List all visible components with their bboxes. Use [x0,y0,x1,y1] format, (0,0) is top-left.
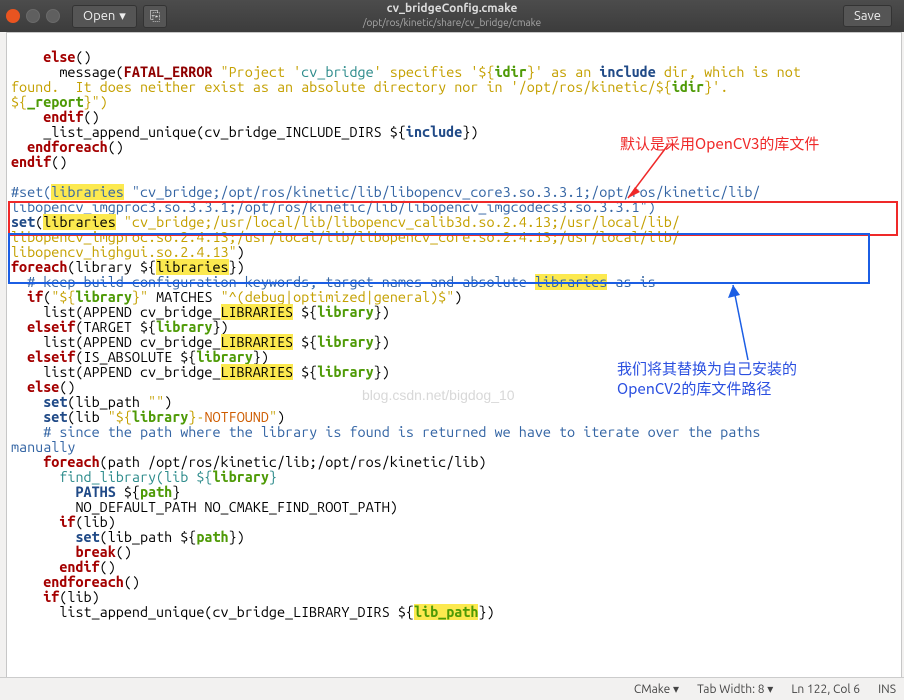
close-icon[interactable] [6,9,20,23]
file-title: cv_bridgeConfig.cmake [363,2,541,16]
title-center: cv_bridgeConfig.cmake /opt/ros/kinetic/s… [363,2,541,30]
open-button[interactable]: Open ▾ [72,5,137,28]
new-tab-icon: ⎘ [150,9,160,24]
annotation-box-red [8,201,898,236]
window-controls [6,9,60,23]
insert-mode[interactable]: INS [878,683,896,696]
maximize-icon[interactable] [46,9,60,23]
code-editor[interactable]: else() message(FATAL_ERROR "Project 'cv_… [6,32,902,678]
language-selector[interactable]: CMake ▾ [634,682,679,696]
annotation-blue-text-1: 我们将其替换为自己安装的 [617,358,797,379]
titlebar: Open ▾ ⎘ cv_bridgeConfig.cmake /opt/ros/… [0,0,904,32]
annotation-box-blue [8,233,870,284]
save-button[interactable]: Save [843,5,892,27]
annotation-blue-text-2: OpenCV2的库文件路径 [617,378,771,399]
cursor-position: Ln 122, Col 6 [791,683,860,696]
new-tab-button[interactable]: ⎘ [143,5,167,28]
tab-width-selector[interactable]: Tab Width: 8 ▾ [697,682,773,696]
file-path: /opt/ros/kinetic/share/cv_bridge/cmake [363,16,541,30]
watermark: blog.csdn.net/bigdog_10 [362,387,515,403]
open-label: Open [83,9,115,23]
annotation-red-text: 默认是采用OpenCV3的库文件 [620,133,819,154]
minimize-icon[interactable] [26,9,40,23]
chevron-down-icon: ▾ [119,9,126,24]
statusbar: CMake ▾ Tab Width: 8 ▾ Ln 122, Col 6 INS [0,677,904,700]
